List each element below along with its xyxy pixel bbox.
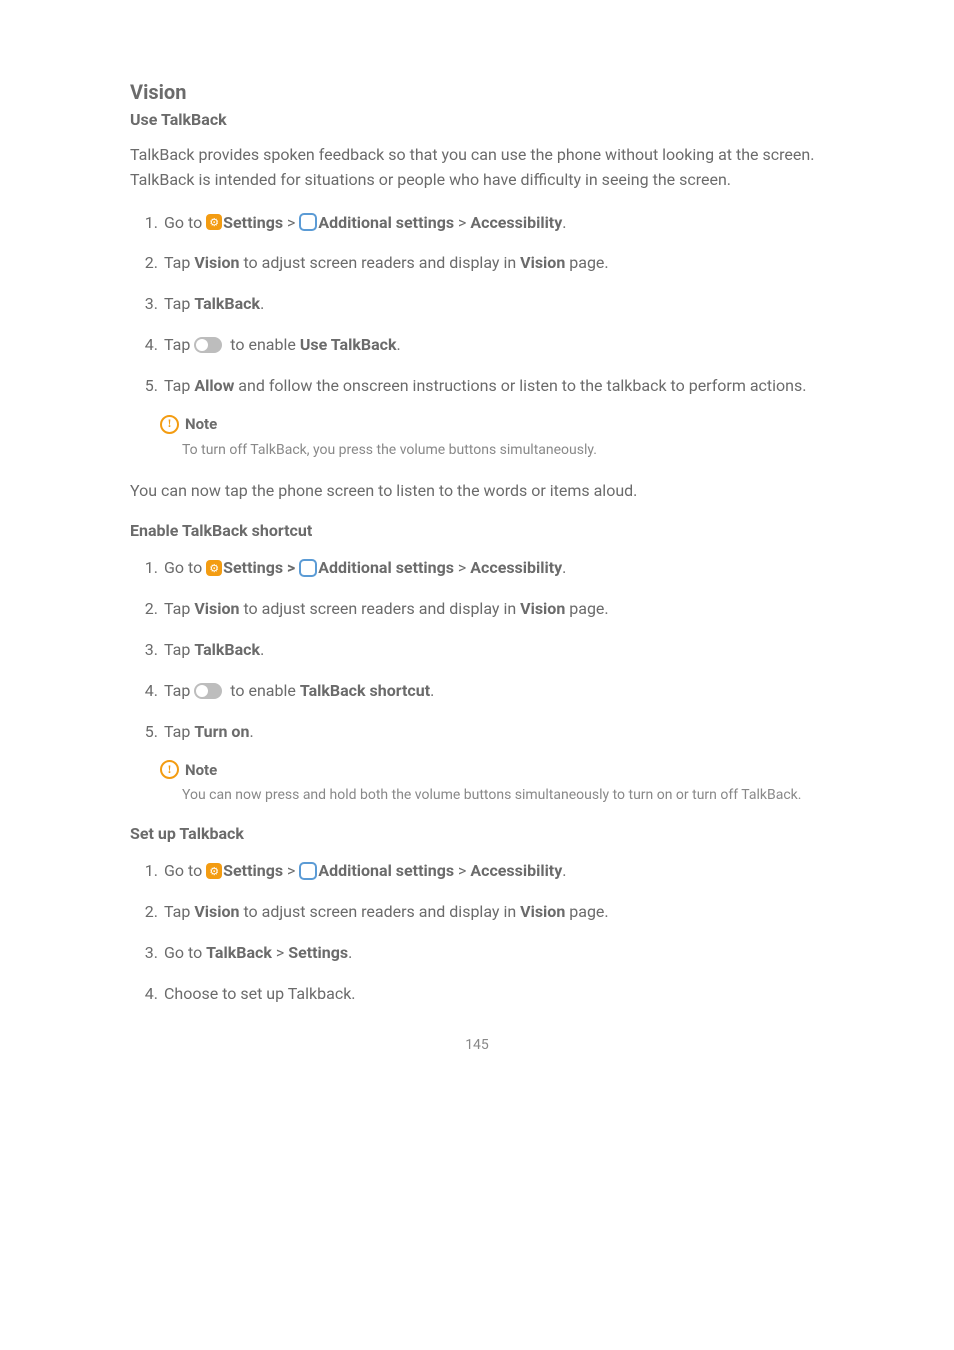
list-number: 1. xyxy=(134,556,158,581)
list-text: Tap Vision to adjust screen readers and … xyxy=(164,251,824,276)
list-text: Tap TalkBack. xyxy=(164,638,824,663)
list-text: Tap Allow and follow the onscreen instru… xyxy=(164,374,824,399)
additional-settings-icon xyxy=(299,559,317,577)
additional-settings-icon xyxy=(299,213,317,231)
list-item: 1. Go to ⚙Settings > Additional settings… xyxy=(130,556,824,581)
toggle-icon xyxy=(194,683,222,699)
note-title: Note xyxy=(185,761,217,779)
list-text: Go to ⚙Settings > Additional settings > … xyxy=(164,859,824,884)
list-text: Tap to enable Use TalkBack. xyxy=(164,333,824,358)
list-item: 4. Tap to enable Use TalkBack. xyxy=(130,333,824,358)
info-icon: ! xyxy=(160,760,179,779)
heading-setup-talkback: Set up Talkback xyxy=(130,824,824,843)
list-item: 1. Go to ⚙Settings > Additional settings… xyxy=(130,859,824,884)
list-number: 5. xyxy=(134,720,158,745)
list-item: 3. Go to TalkBack > Settings. xyxy=(130,941,824,966)
settings-icon: ⚙ xyxy=(206,214,222,230)
list-number: 4. xyxy=(134,982,158,1007)
list-item: 4. Tap to enable TalkBack shortcut. xyxy=(130,679,824,704)
list-text: Tap Turn on. xyxy=(164,720,824,745)
additional-settings-icon xyxy=(299,862,317,880)
list-text: Go to ⚙Settings > Additional settings > … xyxy=(164,556,824,581)
note-header: ! Note xyxy=(160,415,824,434)
settings-icon: ⚙ xyxy=(206,560,222,576)
list-number: 3. xyxy=(134,292,158,317)
list-number: 2. xyxy=(134,597,158,622)
list-number: 1. xyxy=(134,859,158,884)
page-content: Vision Use TalkBack TalkBack provides sp… xyxy=(0,0,954,1093)
list-text: Tap to enable TalkBack shortcut. xyxy=(164,679,824,704)
list-number: 4. xyxy=(134,333,158,358)
note-block: ! Note You can now press and hold both t… xyxy=(160,760,824,806)
list-number: 1. xyxy=(134,211,158,236)
list-number: 3. xyxy=(134,638,158,663)
list-text: Go to ⚙Settings > Additional settings > … xyxy=(164,211,824,236)
list-item: 5. Tap Turn on. xyxy=(130,720,824,745)
list-text: Tap TalkBack. xyxy=(164,292,824,317)
note-block: ! Note To turn off TalkBack, you press t… xyxy=(160,415,824,461)
list-text: Tap Vision to adjust screen readers and … xyxy=(164,900,824,925)
note-title: Note xyxy=(185,415,217,433)
list-number: 5. xyxy=(134,374,158,399)
list-text: Go to TalkBack > Settings. xyxy=(164,941,824,966)
heading-enable-shortcut: Enable TalkBack shortcut xyxy=(130,521,824,540)
settings-icon: ⚙ xyxy=(206,863,222,879)
toggle-icon xyxy=(194,337,222,353)
intro-paragraph: TalkBack provides spoken feedback so tha… xyxy=(130,143,824,193)
list-item: 3. Tap TalkBack. xyxy=(130,292,824,317)
list-item: 2. Tap Vision to adjust screen readers a… xyxy=(130,597,824,622)
outro-paragraph: You can now tap the phone screen to list… xyxy=(130,479,824,504)
info-icon: ! xyxy=(160,415,179,434)
list-text: Tap Vision to adjust screen readers and … xyxy=(164,597,824,622)
list-number: 2. xyxy=(134,900,158,925)
list-text: Choose to set up Talkback. xyxy=(164,982,824,1007)
note-text: You can now press and hold both the volu… xyxy=(182,785,824,806)
note-header: ! Note xyxy=(160,760,824,779)
list-number: 2. xyxy=(134,251,158,276)
list-item: 2. Tap Vision to adjust screen readers a… xyxy=(130,251,824,276)
page-number: 145 xyxy=(130,1037,824,1053)
list-item: 3. Tap TalkBack. xyxy=(130,638,824,663)
heading-use-talkback: Use TalkBack xyxy=(130,110,824,129)
list-item: 2. Tap Vision to adjust screen readers a… xyxy=(130,900,824,925)
list-item: 5. Tap Allow and follow the onscreen ins… xyxy=(130,374,824,399)
list-item: 1. Go to ⚙Settings > Additional settings… xyxy=(130,211,824,236)
list-number: 3. xyxy=(134,941,158,966)
note-text: To turn off TalkBack, you press the volu… xyxy=(182,440,824,461)
list-number: 4. xyxy=(134,679,158,704)
list-item: 4. Choose to set up Talkback. xyxy=(130,982,824,1007)
heading-vision: Vision xyxy=(130,80,824,104)
